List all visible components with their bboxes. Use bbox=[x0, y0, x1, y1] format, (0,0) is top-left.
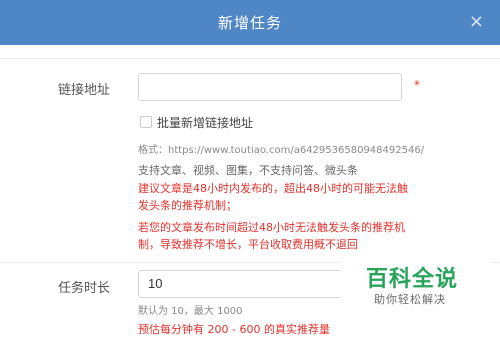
batch-add-checkbox[interactable] bbox=[140, 116, 152, 128]
duration-estimate: 预估每分钟有 200 - 600 的真实推荐量 bbox=[138, 323, 330, 336]
duration-default-hint: 默认为 10，最大 1000 bbox=[138, 306, 243, 317]
format-hint: 格式：https://www.toutiao.com/a642953658094… bbox=[138, 145, 425, 156]
support-hint: 支持文章、视频、图集，不支持问答、微头条 bbox=[138, 164, 358, 177]
dialog-header: 新增任务 × bbox=[0, 0, 500, 45]
batch-add-label[interactable]: 批量新增链接地址 bbox=[157, 114, 253, 131]
watermark-slogan: 助你轻松解决 bbox=[374, 293, 446, 306]
close-icon[interactable]: × bbox=[469, 12, 484, 32]
required-mark: * bbox=[414, 78, 420, 92]
warning-48h: 建议文章是48小时内发布的，超出48小时的可能无法触发头条的推荐机制； bbox=[138, 182, 408, 212]
dialog-title: 新增任务 bbox=[217, 14, 282, 32]
link-url-input[interactable] bbox=[138, 73, 402, 101]
watermark-logo-text: 百科全说 bbox=[366, 267, 459, 292]
duration-field-label: 任务时长 bbox=[58, 281, 111, 296]
section-divider-top bbox=[0, 58, 500, 59]
duration-input[interactable]: 10 bbox=[138, 270, 354, 298]
warning-no-refund: 若您的文章发布时间超过48小时无法触发头条的推荐机制，导致推荐不增长，平台收取费… bbox=[138, 221, 405, 251]
link-field-label: 链接地址 bbox=[58, 83, 111, 98]
